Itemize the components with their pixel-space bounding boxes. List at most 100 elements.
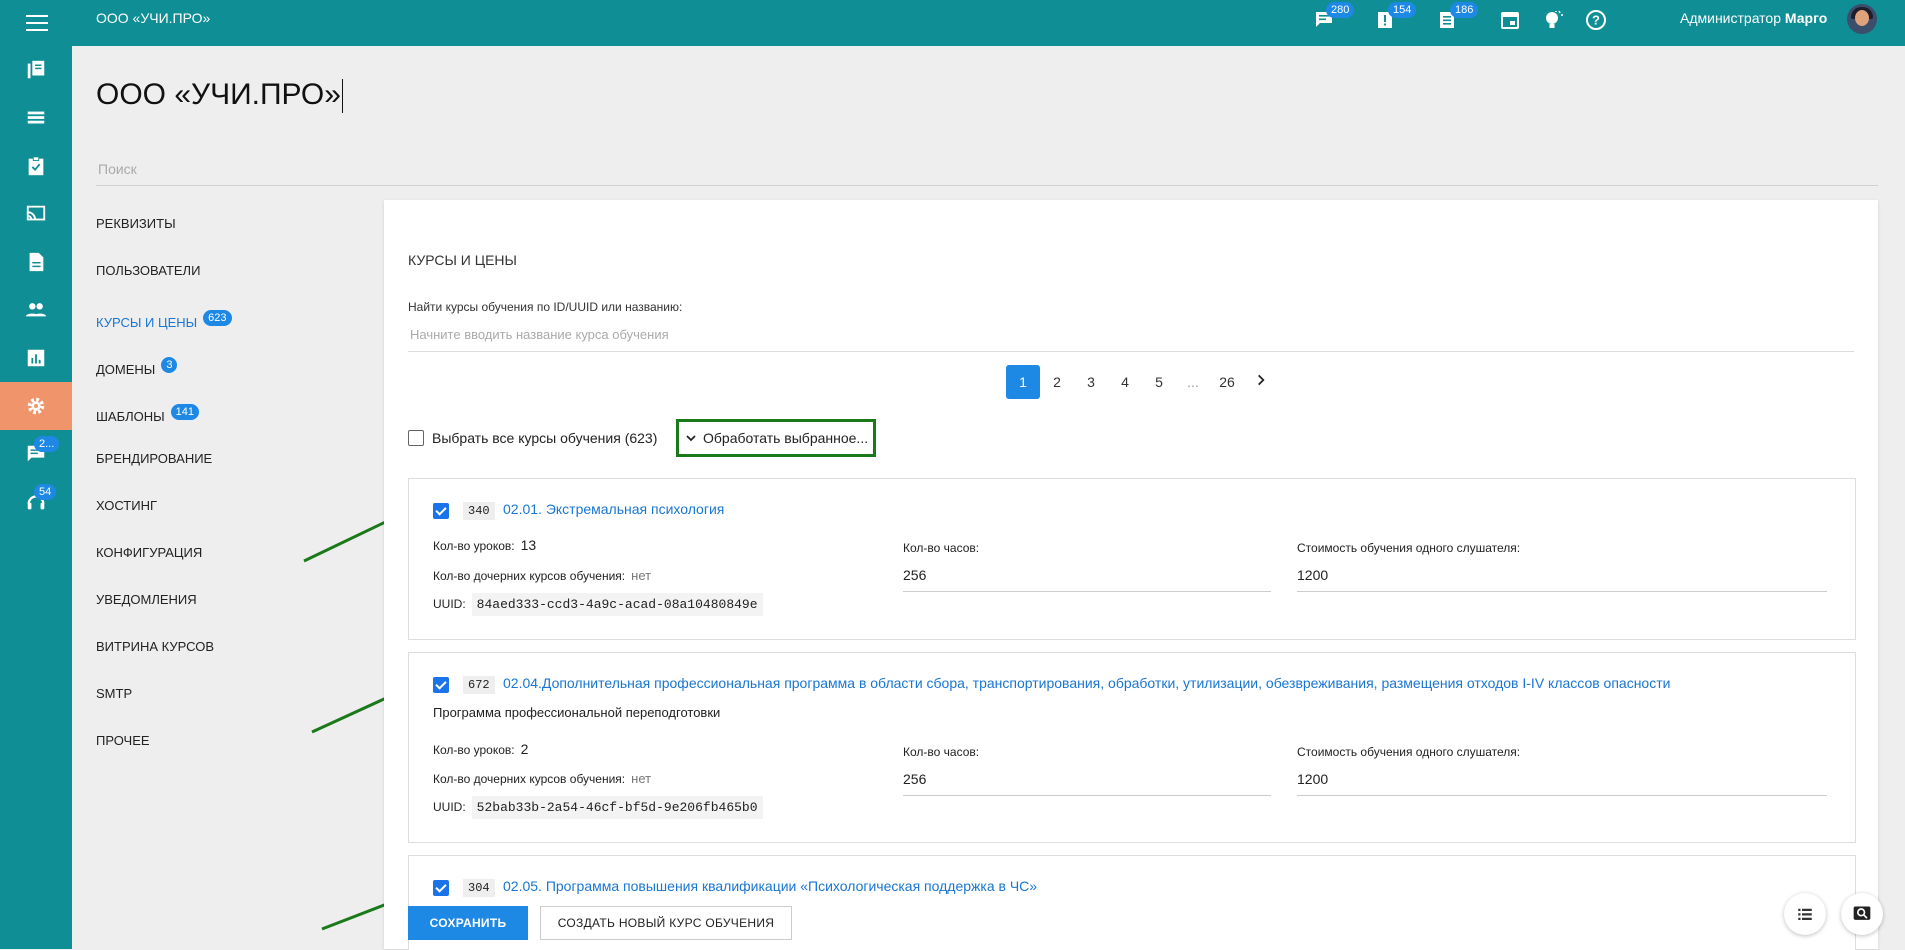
document-icon [29,252,44,272]
course-uuid: UUID: 52bab33b-2a54-46cf-bf5d-9e206fb465b… [433,796,763,819]
chevron-right-icon [1258,374,1265,386]
page-button[interactable]: 1 [1006,365,1040,399]
page-button[interactable]: 5 [1142,365,1176,399]
page-title[interactable]: ООО «УЧИ.ПРО» [96,78,343,114]
course-name-link[interactable]: 02.01. Экстремальная психология [503,501,724,517]
list-view-button[interactable] [1784,893,1826,935]
nav-item-other[interactable]: ПРОЧЕЕ [96,733,150,748]
list-icon [27,111,45,124]
book-icon [27,60,45,79]
domains-count-badge: 3 [161,357,178,373]
people-icon [25,303,47,317]
messages-count: 280 [1326,2,1355,18]
course-name-link[interactable]: 02.04.Дополнительная профессиональная пр… [503,675,1670,691]
price-field[interactable]: Стоимость обучения одного слушателя: 120… [1297,541,1827,592]
nav-item-domains[interactable]: ДОМЕНЫ 3 [96,357,178,377]
clipboard-icon [28,156,44,176]
sidebar-item-support[interactable]: 54 [0,478,72,526]
nav-item-smtp[interactable]: SMTP [96,686,132,701]
nav-item-requisites[interactable]: РЕКВИЗИТЫ [96,216,176,231]
course-checkbox[interactable] [433,503,449,519]
sidebar: 2... 54 [0,46,72,949]
nav-item-showcase[interactable]: ВИТРИНА КУРСОВ [96,639,214,654]
course-search [408,326,1858,352]
lightbulb-icon[interactable] [1541,8,1567,34]
hours-field[interactable]: Кол-во часов: 256 [903,745,1271,796]
sidebar-item-tasks[interactable] [0,142,72,190]
price-field[interactable]: Стоимость обучения одного слушателя: 120… [1297,745,1827,796]
sidebar-item-list[interactable] [0,94,72,142]
templates-count-badge: 141 [170,404,200,420]
sidebar-item-chat[interactable]: 2... [0,430,72,478]
chat-badge: 2... [34,436,60,452]
courses-count-badge: 623 [203,310,232,326]
alerts-count: 154 [1388,2,1417,18]
lessons-count: Кол-во уроков: 2 [433,741,529,757]
search-icon [1853,906,1871,920]
course-search-input[interactable] [408,326,1858,343]
children-count: Кол-во дочерних курсов обучения: нет [433,568,652,583]
page-button[interactable]: 4 [1108,365,1142,399]
sidebar-item-settings[interactable] [0,382,72,430]
select-all-row: Выбрать все курсы обучения (623) [408,430,657,446]
list-icon [1798,908,1812,920]
gear-icon [27,397,45,415]
course-checkbox[interactable] [433,880,449,896]
nav-item-configuration[interactable]: КОНФИГУРАЦИЯ [96,545,202,560]
menu-icon[interactable] [24,10,50,36]
course-id: 304 [463,879,495,897]
support-badge: 54 [34,484,57,500]
sidebar-item-people[interactable] [0,286,72,334]
course-name-link[interactable]: 02.05. Программа повышения квалификации … [503,878,1037,894]
course-card: 340 02.01. Экстремальная психология Кол-… [408,478,1856,640]
list-count: 186 [1450,2,1479,18]
page-search [96,160,1882,186]
select-all-checkbox[interactable] [408,430,424,446]
calendar-icon[interactable] [1498,8,1524,34]
user-role: Администратор [1680,10,1782,26]
panel-title: КУРСЫ И ЦЕНЫ [408,252,517,268]
course-checkbox[interactable] [433,677,449,693]
avatar[interactable] [1847,4,1877,34]
user-menu[interactable]: Администратор Марго [1680,10,1827,26]
nav-item-courses[interactable]: КУРСЫ И ЦЕНЫ 623 [96,310,232,330]
page-button[interactable]: 3 [1074,365,1108,399]
svg-text:?: ? [1592,13,1600,28]
nav-item-branding[interactable]: БРЕНДИРОВАНИЕ [96,451,212,466]
nav-item-notifications[interactable]: УВЕДОМЛЕНИЯ [96,592,197,607]
sidebar-item-books[interactable] [0,46,72,94]
courses-panel: КУРСЫ И ЦЕНЫ Найти курсы обучения по ID/… [384,200,1878,950]
process-selected-button[interactable]: Обработать выбранное... [676,419,876,457]
course-id: 672 [463,676,495,694]
create-course-button[interactable]: СОЗДАТЬ НОВЫЙ КУРС ОБУЧЕНИЯ [540,906,792,940]
help-icon[interactable]: ? [1584,8,1610,34]
course-subtitle: Программа профессиональной переподготовк… [433,705,721,720]
lessons-count: Кол-во уроков: 13 [433,537,537,553]
children-count: Кол-во дочерних курсов обучения: нет [433,771,652,786]
nav-item-templates[interactable]: ШАБЛОНЫ 141 [96,404,200,424]
select-all-label: Выбрать все курсы обучения (623) [432,430,658,446]
hours-field[interactable]: Кол-во часов: 256 [903,541,1271,592]
chart-icon [27,349,45,367]
course-card: 672 02.04.Дополнительная профессиональна… [408,652,1856,843]
nav-item-users[interactable]: ПОЛЬЗОВАТЕЛИ [96,263,200,278]
page-button[interactable]: 2 [1040,365,1074,399]
top-bar: ООО «УЧИ.ПРО» 280 154 186 ? Администрато… [0,0,1905,46]
course-search-label: Найти курсы обучения по ID/UUID или назв… [408,300,683,314]
save-button[interactable]: СОХРАНИТЬ [408,906,528,940]
nav-item-hosting[interactable]: ХОСТИНГ [96,498,157,513]
pagination: 1 2 3 4 5 ... 26 [1006,365,1278,399]
process-selected-label: Обработать выбранное... [703,430,869,446]
cast-icon [26,205,46,221]
search-view-button[interactable] [1841,893,1883,935]
search-input[interactable] [96,160,1882,178]
sidebar-item-documents[interactable] [0,238,72,286]
top-org-name[interactable]: ООО «УЧИ.ПРО» [96,10,210,26]
course-uuid: UUID: 84aed333-ccd3-4a9c-acad-08a10480849… [433,593,763,616]
next-page-button[interactable] [1244,365,1278,399]
text-caret [341,79,343,114]
page-button[interactable]: 26 [1210,365,1244,399]
chevron-down-icon [686,435,696,442]
sidebar-item-broadcast[interactable] [0,190,72,238]
sidebar-item-reports[interactable] [0,334,72,382]
